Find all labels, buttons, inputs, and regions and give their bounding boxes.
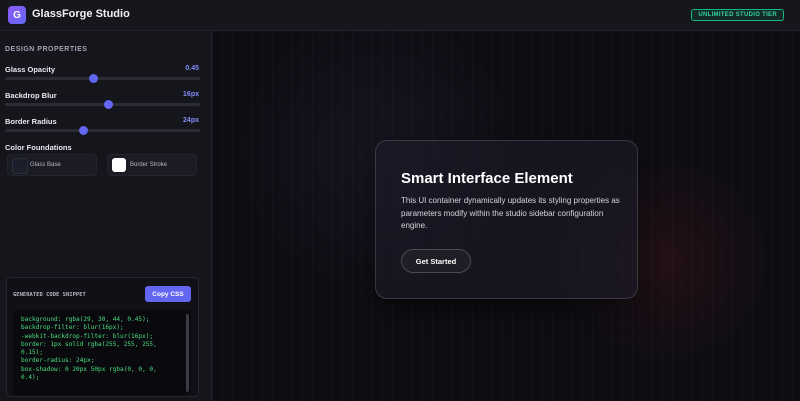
blur-value: 16px xyxy=(183,91,199,98)
blur-slider-thumb[interactable] xyxy=(104,100,114,109)
blur-label: Backdrop Blur xyxy=(5,91,57,100)
code-area[interactable]: background: rgba(29, 30, 44, 0.45); back… xyxy=(13,310,191,395)
code-snippet-panel: GENERATED CODE SNIPPET Copy CSS backgrou… xyxy=(6,277,199,397)
color-foundations-title: Color Foundations xyxy=(5,143,72,152)
glass-base-swatch[interactable] xyxy=(12,158,28,174)
code-scrollbar[interactable] xyxy=(186,314,189,392)
blur-slider[interactable] xyxy=(5,100,200,109)
border-stroke-picker[interactable]: Border Stroke xyxy=(107,154,197,176)
app-title: GlassForge Studio xyxy=(32,8,130,20)
card-description: This UI container dynamically updates it… xyxy=(401,196,620,230)
glass-base-picker[interactable]: Glass Base xyxy=(7,154,97,176)
app-logo: G xyxy=(8,6,26,24)
code-text: background: rgba(29, 30, 44, 0.45); back… xyxy=(21,316,157,382)
opacity-slider[interactable] xyxy=(5,74,200,83)
border-stroke-label: Border Stroke xyxy=(130,162,168,168)
glass-card: Smart Interface Element This UI containe… xyxy=(375,140,638,299)
border-stroke-swatch[interactable] xyxy=(112,158,126,172)
opacity-slider-thumb[interactable] xyxy=(88,74,98,83)
glass-base-label: Glass Base xyxy=(30,162,61,168)
get-started-button[interactable]: Get Started xyxy=(401,249,471,273)
tier-badge: UNLIMITED STUDIO TIER xyxy=(691,9,784,21)
radius-value: 24px xyxy=(183,117,199,124)
opacity-value: 0.45 xyxy=(185,65,199,72)
section-title: DESIGN PROPERTIES xyxy=(5,46,88,53)
preview-canvas: Smart Interface Element This UI containe… xyxy=(212,31,800,401)
sidebar: DESIGN PROPERTIES Glass Opacity 0.45 Bac… xyxy=(0,31,212,401)
radius-label: Border Radius xyxy=(5,117,57,126)
code-snippet-title: GENERATED CODE SNIPPET xyxy=(13,292,86,298)
card-title: Smart Interface Element xyxy=(401,170,573,187)
opacity-label: Glass Opacity xyxy=(5,65,56,74)
app-header: G GlassForge Studio UNLIMITED STUDIO TIE… xyxy=(0,0,800,31)
radius-slider[interactable] xyxy=(5,126,200,135)
radius-slider-thumb[interactable] xyxy=(79,126,88,135)
copy-css-button[interactable]: Copy CSS xyxy=(145,286,191,302)
